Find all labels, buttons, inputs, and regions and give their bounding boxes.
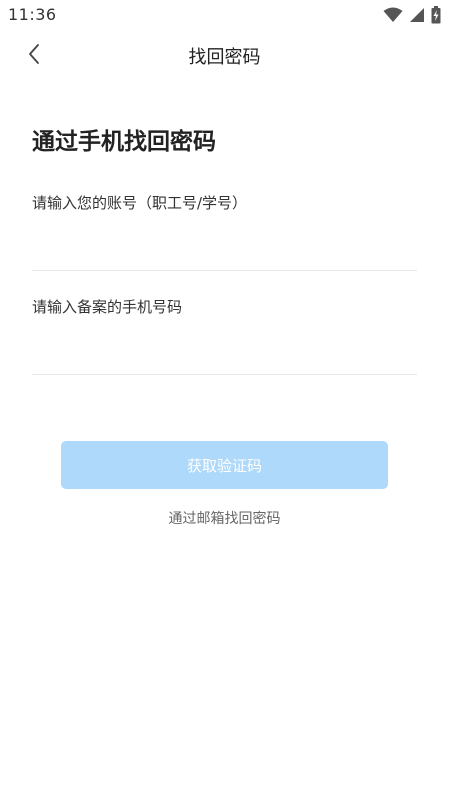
wifi-icon [383,7,403,23]
status-icons [383,6,441,24]
phone-input[interactable] [32,338,417,368]
email-recovery-link[interactable]: 通过邮箱找回密码 [0,508,449,528]
get-verification-code-button[interactable]: 获取验证码 [61,441,388,489]
phone-field-label: 请输入备案的手机号码 [32,298,183,316]
account-field: 请输入您的账号（职工号/学号） [32,192,417,271]
header: 找回密码 [0,30,449,82]
cellular-signal-icon [409,7,425,23]
phone-field: 请输入备案的手机号码 [32,296,417,375]
page-title: 找回密码 [188,47,261,68]
section-heading: 通过手机找回密码 [32,129,216,155]
account-field-label: 请输入您的账号（职工号/学号） [32,194,248,212]
battery-charging-icon [431,6,441,24]
status-bar: 11:36 [0,0,449,30]
account-input[interactable] [32,234,417,264]
status-time: 11:36 [8,5,57,24]
